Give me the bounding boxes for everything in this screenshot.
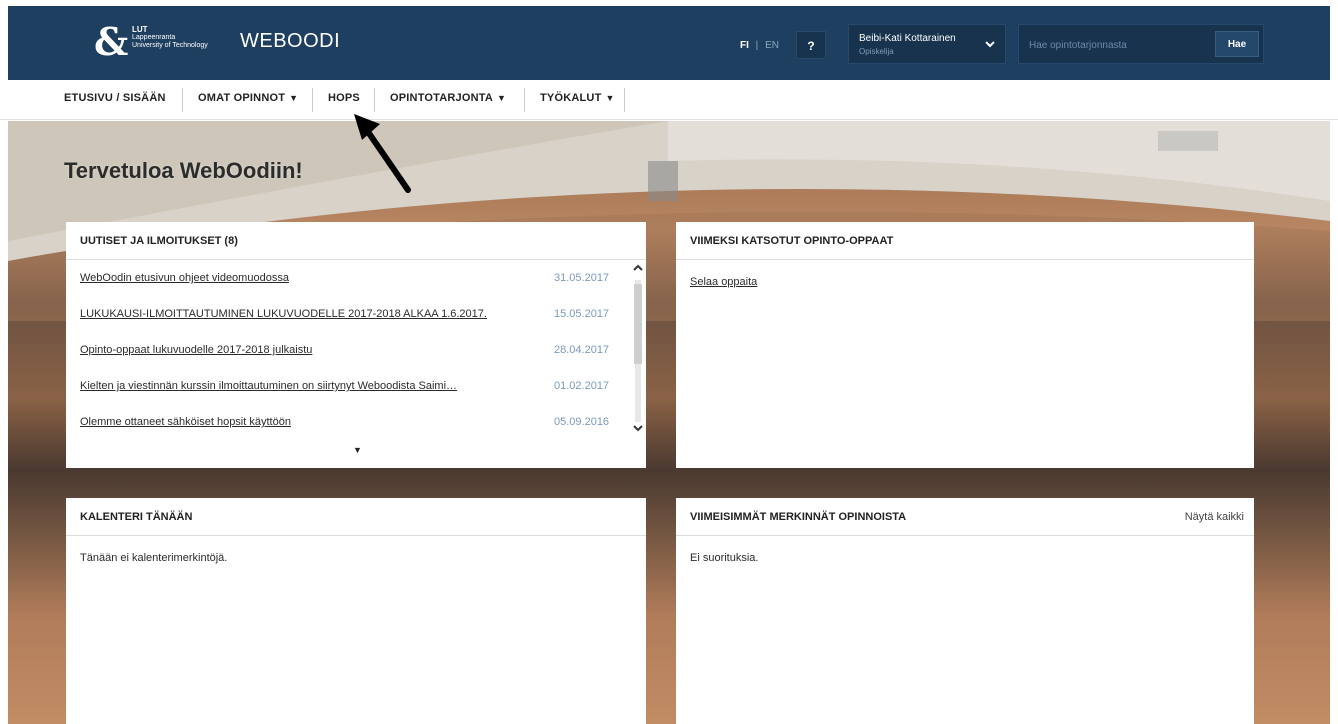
logo-line1: Lappeenranta [132, 34, 176, 41]
nav-divider [182, 88, 183, 112]
nav-item-hops[interactable]: HOPS [328, 92, 360, 104]
news-item-link[interactable]: Kielten ja viestinnän kurssin ilmoittaut… [80, 380, 544, 400]
lang-separator: | [755, 40, 759, 51]
news-item-link[interactable]: WebOodin etusivun ohjeet videomuodossa [80, 272, 544, 292]
nav-item-label: OMAT OPINNOT [198, 92, 286, 104]
nav-divider [624, 88, 625, 112]
news-item-date: 05.09.2016 [554, 416, 610, 428]
records-panel-header: VIIMEISIMMÄT MERKINNÄT OPINNOISTA Näytä … [676, 498, 1254, 536]
help-button[interactable]: ? [796, 31, 826, 59]
news-item-link[interactable]: Olemme ottaneet sähköiset hopsit käyttöö… [80, 416, 544, 436]
nav-item-home[interactable]: ETUSIVU / SISÄÄN [64, 92, 166, 104]
calendar-panel-title: KALENTERI TÄNÄÄN [80, 511, 193, 523]
logo-line2: University of Technology [132, 42, 208, 49]
search-input[interactable] [1025, 32, 1205, 58]
lang-fi[interactable]: FI [740, 40, 749, 51]
user-role: Opiskelija [859, 47, 894, 56]
language-switcher: FI | EN [740, 40, 779, 51]
logo-name: LUT [132, 25, 148, 34]
nav-item-label: OPINTOTARJONTA [390, 92, 494, 104]
scroll-down-icon[interactable] [632, 422, 644, 436]
guides-panel-title: VIIMEKSI KATSOTUT OPINTO-OPPAAT [690, 235, 894, 247]
news-item-date: 01.02.2017 [554, 380, 610, 392]
logo-text: LUT Lappeenranta University of Technolog… [132, 26, 208, 50]
annotation-arrow-icon [354, 114, 411, 193]
search-button[interactable]: Hae [1215, 31, 1259, 57]
news-item-date: 31.05.2017 [554, 272, 610, 284]
news-item-link[interactable]: LUKUKAUSI-ILMOITTAUTUMINEN LUKUVUODELLE … [80, 308, 544, 328]
lang-en[interactable]: EN [765, 40, 779, 51]
news-panel-title: UUTISET JA ILMOITUKSET (8) [80, 235, 238, 247]
user-name: Beibi-Kati Kottarainen [859, 33, 956, 44]
nav-item-label: HOPS [328, 92, 360, 104]
show-all-link[interactable]: Näytä kaikki [1185, 511, 1244, 523]
nav-item-label: TYÖKALUT [540, 92, 602, 104]
nav-item-tools[interactable]: TYÖKALUT ▼ [540, 92, 615, 104]
lut-logo[interactable]: & LUT Lappeenranta University of Technol… [94, 22, 214, 64]
news-scrollbar[interactable] [632, 262, 644, 440]
guides-panel: VIIMEKSI KATSOTUT OPINTO-OPPAAT Selaa op… [676, 222, 1254, 468]
news-item-link[interactable]: Opinto-oppaat lukuvuodelle 2017-2018 jul… [80, 344, 544, 364]
lut-ampersand-icon: & [94, 19, 129, 64]
nav-item-my-studies[interactable]: OMAT OPINNOT ▼ [198, 92, 298, 104]
page-title: Tervetuloa WebOodiin! [64, 158, 303, 183]
user-menu[interactable]: Beibi-Kati Kottarainen Opiskelija [848, 24, 1006, 64]
nav-item-course-offering[interactable]: OPINTOTARJONTA ▼ [390, 92, 506, 104]
chevron-down-icon [985, 37, 995, 51]
nav-item-label: ETUSIVU / SISÄÄN [64, 92, 166, 104]
main-nav: ETUSIVU / SISÄÄN OMAT OPINNOT ▼ HOPS OPIN… [0, 80, 1338, 120]
calendar-empty-text: Tänään ei kalenterimerkintöjä. [80, 552, 228, 564]
top-header: & LUT Lappeenranta University of Technol… [8, 6, 1330, 80]
records-panel: VIIMEISIMMÄT MERKINNÄT OPINNOISTA Näytä … [676, 498, 1254, 724]
nav-divider [312, 88, 313, 112]
news-item-date: 15.05.2017 [554, 308, 610, 320]
search-box: Hae [1018, 24, 1264, 64]
scroll-up-icon[interactable] [632, 262, 644, 276]
calendar-panel: KALENTERI TÄNÄÄN Tänään ei kalenterimerk… [66, 498, 646, 724]
scrollbar-thumb[interactable] [634, 284, 642, 364]
news-item-date: 28.04.2017 [554, 344, 610, 356]
show-more-icon[interactable]: ▼ [353, 445, 362, 455]
caret-down-icon: ▼ [605, 93, 615, 103]
app-title[interactable]: WEBOODI [240, 30, 340, 53]
caret-down-icon: ▼ [289, 93, 299, 103]
browse-guides-link[interactable]: Selaa oppaita [690, 276, 757, 288]
nav-divider [524, 88, 525, 112]
calendar-panel-header: KALENTERI TÄNÄÄN [66, 498, 646, 536]
records-panel-title: VIIMEISIMMÄT MERKINNÄT OPINNOISTA [690, 511, 907, 523]
guides-panel-header: VIIMEKSI KATSOTUT OPINTO-OPPAAT [676, 222, 1254, 260]
caret-down-icon: ▼ [497, 93, 507, 103]
news-panel: UUTISET JA ILMOITUKSET (8) WebOodin etus… [66, 222, 646, 468]
news-panel-header: UUTISET JA ILMOITUKSET (8) [66, 222, 646, 260]
records-empty-text: Ei suorituksia. [690, 552, 759, 564]
nav-divider [374, 88, 375, 112]
